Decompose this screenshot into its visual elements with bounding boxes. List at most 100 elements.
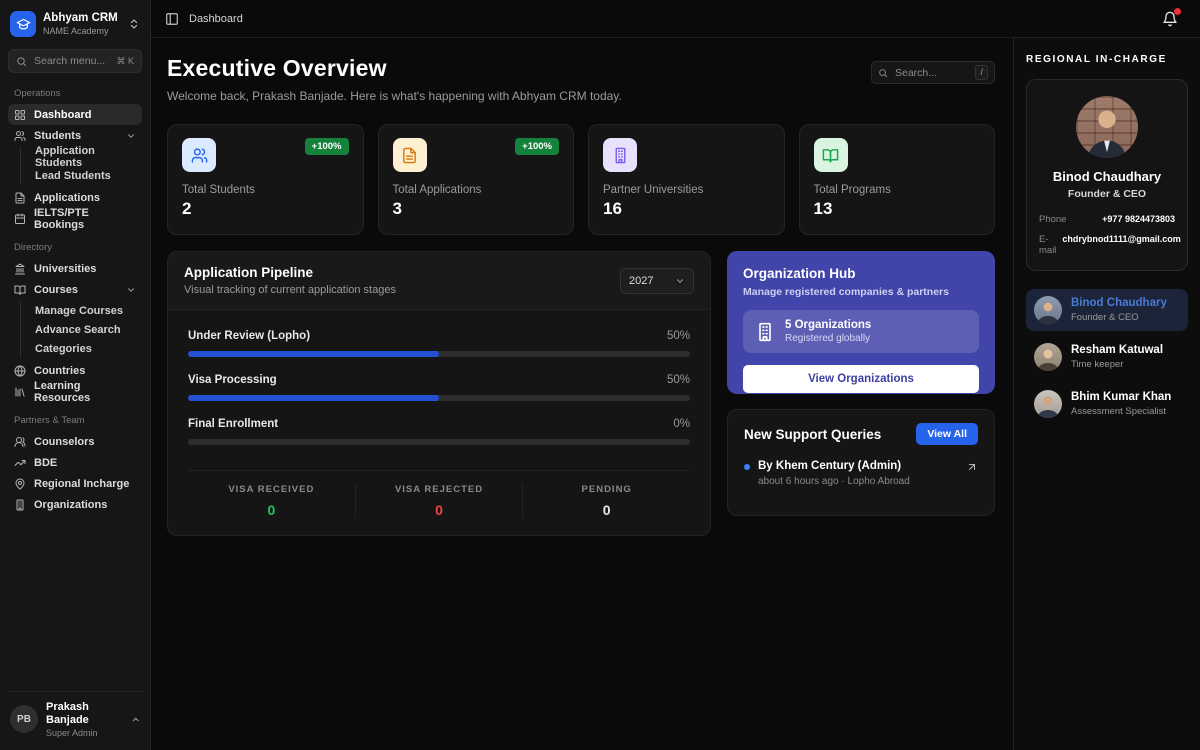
regional-people-list: Binod Chaudhary Founder & CEO Resham Kat… — [1026, 289, 1188, 425]
sidebar-item-lead-students[interactable]: Lead Students — [29, 166, 142, 185]
view-all-button[interactable]: View All — [916, 423, 978, 445]
sidebar-search-input[interactable] — [32, 54, 112, 68]
workspace-switcher[interactable]: Abhyam CRM NAME Academy — [8, 8, 142, 40]
section-label-directory: Directory — [14, 242, 53, 253]
profile-photo — [1076, 96, 1138, 158]
sidebar-item-applications[interactable]: Applications — [8, 187, 142, 208]
sidebar-item-ielts-pte-bookings[interactable]: IELTS/PTE Bookings — [8, 207, 142, 231]
dashboard-grid-icon — [14, 109, 26, 121]
sidebar-item-universities[interactable]: Universities — [8, 258, 142, 279]
sidebar-item-advance-search[interactable]: Advance Search — [29, 320, 142, 339]
pipeline-subtitle: Visual tracking of current application s… — [184, 284, 396, 296]
sidebar-item-learning-resources[interactable]: Learning Resources — [8, 380, 142, 404]
profile-phone-row: Phone +977 9824473803 — [1039, 214, 1175, 225]
main-content: Executive Overview Welcome back, Prakash… — [151, 38, 1013, 750]
sidebar-search[interactable]: ⌘ K — [8, 49, 142, 73]
application-pipeline-card: Application Pipeline Visual tracking of … — [167, 251, 711, 536]
sidebar-toggle-icon[interactable] — [165, 12, 179, 26]
progress-track — [188, 395, 690, 401]
progress-fill — [188, 351, 439, 357]
page-subtitle: Welcome back, Prakash Banjade. Here is w… — [167, 89, 622, 103]
support-title: New Support Queries — [744, 426, 882, 442]
person-row-bhim-kumar-khan[interactable]: Bhim Kumar Khan Assessment Specialist — [1026, 383, 1188, 425]
sidebar-item-counselors[interactable]: Counselors — [8, 431, 142, 452]
sidebar-item-countries[interactable]: Countries — [8, 360, 142, 381]
sidebar-item-regional-incharge[interactable]: Regional Incharge — [8, 473, 142, 494]
person-avatar — [1034, 296, 1062, 324]
students-users-icon — [191, 147, 208, 164]
sidebar-item-bde[interactable]: BDE — [8, 452, 142, 473]
sidebar-item-categories[interactable]: Categories — [29, 339, 142, 358]
sidebar-item-organizations[interactable]: Organizations — [8, 494, 142, 515]
notifications-button[interactable] — [1162, 7, 1181, 27]
chevron-up-icon — [131, 714, 141, 725]
support-query-item[interactable]: By Khem Century (Admin) about 6 hours ag… — [744, 460, 978, 487]
university-icon — [14, 263, 26, 275]
map-pin-icon — [14, 478, 26, 490]
section-label-operations: Operations — [14, 88, 61, 99]
university-building-icon — [612, 147, 629, 164]
organization-hub-card: Organization Hub Manage registered compa… — [727, 251, 995, 394]
chevron-down-icon — [126, 131, 136, 141]
user-role: Super Admin — [46, 728, 98, 738]
profile-name: Binod Chaudhary — [1052, 169, 1162, 184]
section-label-partners-team: Partners & Team — [14, 415, 85, 426]
stat-card-partner-universities: Partner Universities 16 — [588, 124, 785, 235]
sidebar-item-courses[interactable]: Courses — [8, 279, 142, 300]
sidebar-user-menu[interactable]: PB Prakash Banjade Super Admin — [8, 690, 142, 740]
pipeline-title: Application Pipeline — [184, 265, 314, 280]
pipeline-stage: Visa Processing 50% — [188, 374, 690, 401]
sidebar: Abhyam CRM NAME Academy ⌘ K Operations D… — [0, 0, 151, 750]
globe-icon — [14, 365, 26, 377]
pipeline-stage: Under Review (Lopho) 50% — [188, 330, 690, 357]
stat-card-total-applications: +100% Total Applications 3 — [377, 124, 574, 235]
person-avatar — [1034, 343, 1062, 371]
trend-badge: +100% — [304, 138, 349, 155]
users-icon — [14, 130, 26, 142]
users-round-icon — [14, 436, 26, 448]
app-root: Abhyam CRM NAME Academy ⌘ K Operations D… — [0, 0, 1200, 750]
user-name: Prakash Banjade — [46, 700, 89, 726]
view-organizations-button[interactable]: View Organizations — [743, 365, 979, 393]
profile-role: Founder & CEO — [1067, 188, 1147, 200]
building-icon — [14, 499, 26, 511]
unread-dot — [744, 464, 750, 470]
app-logo — [10, 11, 36, 37]
regional-incharge-panel: REGIONAL IN-CHARGE Binod Chaudhary Found… — [1013, 38, 1200, 750]
stat-card-total-programs: Total Programs 13 — [798, 124, 995, 235]
person-row-resham-katuwal[interactable]: Resham Katuwal Time keeper — [1026, 336, 1188, 378]
search-shortcut: ⌘ K — [116, 55, 134, 66]
library-icon — [14, 386, 26, 398]
notification-dot — [1174, 7, 1181, 15]
trend-badge: +100% — [515, 138, 559, 155]
page-title: Executive Overview — [167, 55, 387, 81]
building-icon — [755, 322, 775, 342]
person-photo-silhouette — [1087, 110, 1127, 158]
profile-email-row: E-mail chdrybnod1111@gmail.com — [1039, 234, 1181, 256]
year-select[interactable]: 2027 — [620, 267, 694, 294]
topbar: Dashboard — [151, 0, 1200, 38]
person-avatar — [1034, 390, 1062, 418]
app-name: Abhyam CRM — [43, 11, 118, 24]
main-area: Dashboard Executive Overview Welcome bac… — [151, 0, 1200, 750]
sidebar-item-application-students[interactable]: Application Students — [29, 145, 142, 169]
courses-submenu: Manage Courses Advance Search Categories — [20, 301, 142, 358]
stats-row: +100% Total Students 2 +100% Total Appli… — [167, 124, 995, 235]
global-search-input[interactable] — [893, 65, 971, 80]
book-open-icon — [14, 284, 26, 296]
application-file-icon — [401, 147, 418, 164]
sidebar-item-students[interactable]: Students — [8, 125, 142, 146]
sidebar-item-dashboard[interactable]: Dashboard — [8, 104, 142, 125]
sidebar-item-manage-courses[interactable]: Manage Courses — [29, 301, 142, 320]
app-org: NAME Academy — [43, 25, 109, 36]
chevrons-up-down-icon — [128, 18, 140, 30]
arrow-up-right-icon — [966, 460, 978, 478]
global-search[interactable]: / — [871, 61, 995, 84]
calendar-icon — [14, 213, 26, 225]
regional-profile-card: Binod Chaudhary Founder & CEO Phone +977… — [1026, 79, 1188, 271]
summary-visa-rejected: VISA REJECTED 0 — [354, 484, 523, 518]
chevron-down-icon — [126, 285, 136, 295]
person-row-binod-chaudhary[interactable]: Binod Chaudhary Founder & CEO — [1026, 289, 1188, 331]
programs-book-icon — [822, 147, 839, 164]
pipeline-stage: Final Enrollment 0% — [188, 418, 690, 445]
